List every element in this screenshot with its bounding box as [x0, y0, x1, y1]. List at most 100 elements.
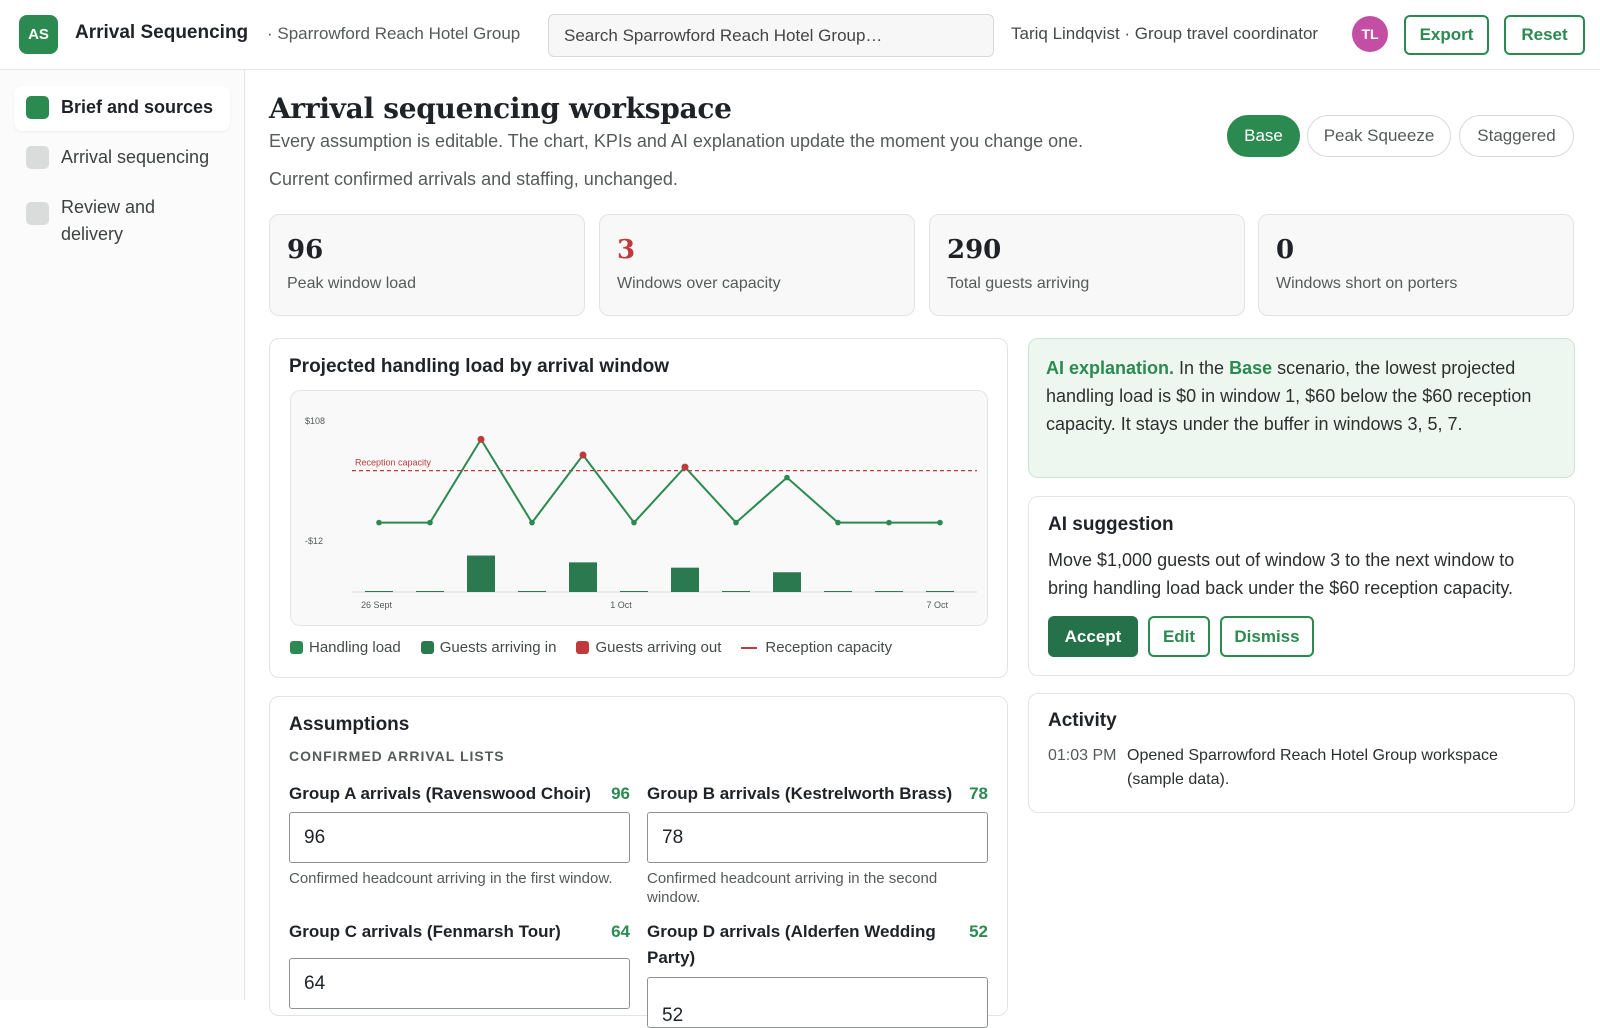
dismiss-button[interactable]: Dismiss — [1220, 616, 1314, 657]
avatar[interactable]: TL — [1352, 16, 1388, 52]
ai-explanation-scenario: Base — [1229, 358, 1273, 378]
field-value-badge: 78 — [969, 784, 988, 803]
x-tick-label: 7 Oct — [926, 600, 948, 610]
group-c-input[interactable]: 64 — [289, 958, 630, 1009]
data-point — [784, 474, 790, 481]
legend-swatch — [576, 641, 590, 654]
bar-guests-in — [620, 591, 648, 592]
bar-guests-in — [416, 591, 444, 592]
field-label: Group B arrivals (Kestrelworth Brass) — [647, 784, 953, 803]
ai-suggestion-text: Move $1,000 guests out of window 3 to th… — [1048, 550, 1515, 598]
legend-item-guests-out: Guests arriving out — [576, 639, 721, 656]
y-tick-label: -$12 — [305, 536, 323, 546]
bar-guests-in — [875, 591, 903, 592]
sidebar-item-brief[interactable]: Brief and sources — [14, 86, 230, 131]
data-point — [529, 519, 535, 526]
assumption-field-group-c: Group C arrivals (Fenmarsh Tour) 64 64 — [289, 919, 630, 1009]
x-tick-label: 1 Oct — [610, 600, 632, 610]
kpi-card-over-capacity: 3 Windows over capacity — [599, 214, 915, 316]
step-status-icon — [26, 146, 49, 169]
app-title: Arrival Sequencing — [75, 22, 249, 43]
edit-button[interactable]: Edit — [1148, 616, 1210, 657]
assumptions-section-heading: CONFIRMED ARRIVAL LISTS — [289, 748, 505, 764]
ai-explanation-text: In the — [1174, 358, 1230, 378]
scenario-tab-peak-squeeze[interactable]: Peak Squeeze — [1307, 115, 1451, 157]
legend-label: Handling load — [309, 639, 401, 656]
sidebar-item-label: Arrival sequencing — [61, 147, 210, 167]
bar-guests-in — [365, 591, 393, 592]
kpi-label: Peak window load — [287, 275, 416, 292]
bar-guests-in — [518, 591, 546, 592]
step-status-icon — [26, 96, 49, 119]
bar-guests-in — [824, 591, 852, 592]
handling-load-chart: $108 -$12 Reception capacity 26 Sept 1 Oct 7 … — [305, 416, 977, 610]
bar-guests-in — [671, 567, 699, 592]
chart-card: Projected handling load by arrival windo… — [269, 338, 1008, 678]
data-point — [376, 519, 382, 526]
assumptions-card: Assumptions CONFIRMED ARRIVAL LISTS Grou… — [269, 696, 1008, 1028]
data-point — [835, 519, 841, 526]
chart-title: Projected handling load by arrival windo… — [289, 356, 670, 377]
search-placeholder: Search Sparrowford Reach Hotel Group… — [564, 25, 883, 45]
ai-suggestion-card: AI suggestion Move $1,000 guests out of … — [1028, 496, 1575, 676]
export-button[interactable]: Export — [1404, 15, 1489, 55]
kpi-card-short-porters: 0 Windows short on porters — [1258, 214, 1574, 316]
data-point — [937, 519, 943, 526]
assumption-field-group-a: Group A arrivals (Ravenswood Choir) 96 9… — [289, 781, 630, 888]
field-label: Group A arrivals (Ravenswood Choir) — [289, 784, 591, 803]
field-label: Group D arrivals (Alderfen Wedding Party… — [647, 922, 936, 967]
assumptions-title: Assumptions — [289, 714, 410, 735]
sidebar-item-label: Review and delivery — [61, 197, 156, 244]
page-title: Arrival sequencing workspace — [269, 92, 732, 125]
data-point-over-capacity — [477, 435, 485, 443]
legend-label: Reception capacity — [765, 639, 893, 656]
kpi-card-peak-load: 96 Peak window load — [269, 214, 585, 316]
data-point-over-capacity — [579, 451, 587, 459]
accept-button[interactable]: Accept — [1048, 616, 1138, 657]
group-d-input[interactable]: 52 — [647, 977, 988, 1028]
reset-button[interactable]: Reset — [1504, 15, 1585, 55]
kpi-label: Windows short on porters — [1276, 275, 1458, 292]
field-help: Confirmed headcount arriving in the firs… — [289, 870, 613, 887]
legend-line — [741, 646, 758, 649]
chart-frame: $108 -$12 Reception capacity 26 Sept 1 Oct 7 … — [290, 390, 988, 626]
sidebar-item-sequencing[interactable]: Arrival sequencing — [14, 136, 230, 181]
kpi-value: 0 — [1276, 235, 1295, 265]
kpi-value: 3 — [617, 235, 636, 265]
kpi-value: 290 — [947, 235, 1002, 265]
sidebar-item-label: Brief and sources — [61, 97, 214, 117]
assumption-field-group-d: Group D arrivals (Alderfen Wedding Party… — [647, 919, 988, 1028]
org-breadcrumb[interactable]: · Sparrowford Reach Hotel Group — [267, 24, 520, 44]
field-help: Confirmed headcount arriving in the seco… — [647, 870, 938, 906]
sidebar: Brief and sources Arrival sequencing Rev… — [0, 70, 245, 1000]
kpi-label: Windows over capacity — [617, 275, 781, 292]
field-label: Group C arrivals (Fenmarsh Tour) — [289, 922, 561, 941]
group-a-input[interactable]: 96 — [289, 812, 630, 863]
handling-load-line — [379, 437, 940, 525]
bar-guests-in — [467, 555, 495, 592]
sidebar-item-review[interactable]: Review and delivery — [14, 186, 214, 258]
activity-card: Activity 01:03 PM Opened Sparrowford Rea… — [1028, 693, 1575, 813]
search-input[interactable]: Search Sparrowford Reach Hotel Group… — [548, 14, 994, 57]
bar-guests-in — [722, 591, 750, 592]
legend-item-reception-capacity: Reception capacity — [741, 639, 892, 656]
assumption-field-group-b: Group B arrivals (Kestrelworth Brass) 78… — [647, 781, 988, 907]
data-point-over-capacity — [681, 463, 689, 471]
data-point — [631, 519, 637, 526]
user-name-role: Tariq Lindqvist · Group travel coordinat… — [1011, 24, 1319, 43]
kpi-card-total-guests: 290 Total guests arriving — [929, 214, 1245, 316]
scenario-tab-base[interactable]: Base — [1227, 115, 1300, 157]
activity-text: Opened Sparrowford Reach Hotel Group wor… — [1127, 747, 1498, 788]
bar-guests-in — [569, 562, 597, 592]
field-value-badge: 96 — [611, 784, 630, 803]
group-b-input[interactable]: 78 — [647, 812, 988, 863]
data-point — [733, 519, 739, 526]
scenario-description: Current confirmed arrivals and staffing,… — [269, 169, 678, 189]
kpi-value: 96 — [287, 235, 324, 265]
page-subtitle: Every assumption is editable. The chart,… — [269, 131, 1084, 151]
bar-guests-in — [926, 591, 954, 592]
data-point — [427, 519, 433, 526]
scenario-tab-staggered[interactable]: Staggered — [1459, 115, 1574, 157]
ai-suggestion-title: AI suggestion — [1048, 514, 1174, 535]
y-tick-label: $108 — [305, 416, 325, 426]
